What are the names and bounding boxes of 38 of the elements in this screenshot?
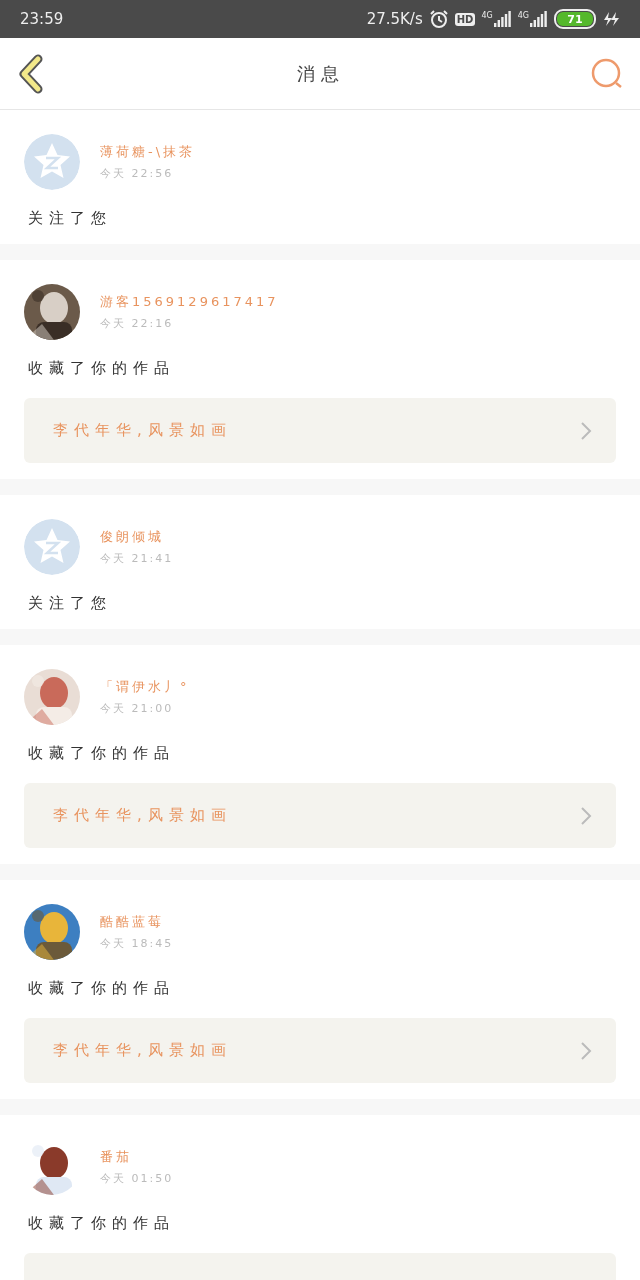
default-avatar-icon — [24, 134, 80, 190]
default-avatar-icon — [24, 519, 80, 575]
work-link[interactable]: 李代年华,风景如画 — [24, 398, 616, 463]
network-type: 4G — [517, 11, 529, 20]
signal-icon — [530, 11, 548, 27]
search-button[interactable] — [590, 56, 624, 91]
user-name[interactable]: 「谓伊水丿° — [100, 678, 190, 696]
message-time: 今天 21:41 — [100, 551, 174, 566]
alarm-clock-icon — [428, 9, 449, 29]
message-text: 关注了您 — [28, 208, 113, 228]
user-name[interactable]: 酷酷蓝莓 — [100, 913, 174, 931]
network-speed: 27.5K/s — [366, 10, 423, 28]
message-time: 今天 22:56 — [100, 166, 175, 181]
hd-badge: HD — [454, 12, 476, 26]
work-link[interactable]: 李代年华,风景如画 — [24, 1018, 616, 1083]
user-name[interactable]: 番茄 — [100, 1148, 174, 1166]
clock-time: 23:59 — [20, 10, 64, 28]
chevron-right-icon — [580, 805, 592, 826]
message-time: 今天 22:16 — [100, 316, 175, 331]
user-name[interactable]: 俊朗倾城 — [100, 528, 174, 546]
user-name[interactable]: 薄荷糖-\抹茶 — [100, 143, 196, 161]
user-name[interactable]: 游客1569129617417 — [100, 293, 279, 311]
network-type: 4G — [481, 11, 493, 20]
message-time: 今天 18:45 — [100, 936, 174, 951]
message-text: 收藏了你的作品 — [28, 743, 176, 763]
chevron-right-icon — [580, 1040, 592, 1061]
chevron-right-icon — [580, 420, 592, 441]
battery-icon: 71 — [554, 9, 596, 29]
message-time: 今天 21:00 — [100, 701, 175, 716]
message-text: 收藏了你的作品 — [28, 978, 176, 998]
work-link[interactable]: 李代年华,风景如画 — [24, 783, 616, 848]
message-time: 今天 01:50 — [100, 1171, 174, 1186]
message-text: 收藏了你的作品 — [28, 1213, 176, 1233]
charging-icon — [602, 11, 620, 27]
page-title: 消 息 — [297, 61, 339, 86]
signal-icon — [493, 11, 512, 27]
message-text: 收藏了你的作品 — [28, 358, 176, 378]
message-text: 关注了您 — [28, 593, 113, 613]
